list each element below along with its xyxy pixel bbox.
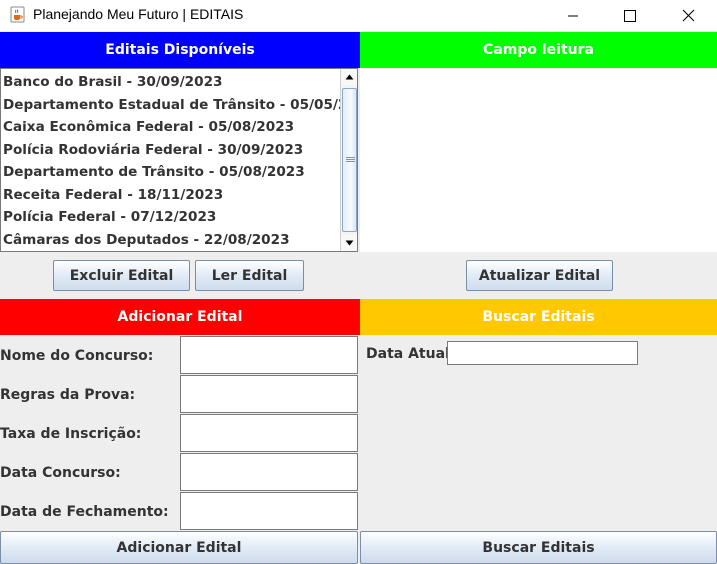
- editais-disponiveis-header: Editais Disponíveis: [0, 32, 360, 68]
- java-coffee-icon: [10, 6, 25, 23]
- close-icon: [682, 9, 694, 22]
- list-item[interactable]: Câmaras dos Deputados - 22/08/2023: [3, 232, 290, 248]
- list-item[interactable]: Polícia Rodoviária Federal - 30/09/2023: [3, 142, 303, 158]
- close-button[interactable]: [665, 0, 711, 31]
- editais-list[interactable]: Banco do Brasil - 30/09/2023 Departament…: [0, 68, 358, 252]
- excluir-edital-button[interactable]: Excluir Edital: [53, 260, 190, 291]
- campo-leitura-header: Campo leitura: [360, 32, 717, 68]
- grip-line: [346, 161, 355, 162]
- editais-disponiveis-title: Editais Disponíveis: [105, 42, 255, 58]
- list-scrollbar[interactable]: [340, 69, 357, 251]
- grip-line: [346, 157, 355, 158]
- list-item[interactable]: Caixa Econômica Federal - 05/08/2023: [3, 119, 294, 135]
- minimize-button[interactable]: [550, 0, 596, 31]
- data-atual-input[interactable]: [447, 341, 638, 365]
- data-concurso-input[interactable]: [180, 453, 358, 491]
- campo-leitura-title: Campo leitura: [483, 42, 594, 58]
- triangle-down-icon: [345, 240, 354, 246]
- list-item[interactable]: Banco do Brasil - 30/09/2023: [3, 74, 223, 90]
- scroll-down-button[interactable]: [341, 235, 357, 251]
- grip-line: [346, 159, 355, 160]
- title-bar: Planejando Meu Futuro | EDITAIS: [0, 0, 717, 31]
- list-item[interactable]: Departamento de Trânsito - 05/08/2023: [3, 164, 305, 180]
- campo-leitura-text-area[interactable]: [360, 68, 717, 252]
- data-fechamento-label: Data de Fechamento:: [0, 504, 169, 520]
- minimize-icon: [568, 15, 578, 16]
- regras-prova-input[interactable]: [180, 375, 358, 413]
- ler-edital-button[interactable]: Ler Edital: [195, 260, 304, 291]
- scroll-thumb[interactable]: [342, 88, 357, 232]
- taxa-inscricao-input[interactable]: [180, 414, 358, 452]
- atualizar-edital-button[interactable]: Atualizar Edital: [466, 260, 613, 291]
- adicionar-edital-button[interactable]: Adicionar Edital: [0, 531, 358, 564]
- regras-prova-label: Regras da Prova:: [0, 387, 136, 403]
- buscar-editais-header: Buscar Editais: [360, 299, 717, 335]
- data-fechamento-input[interactable]: [180, 492, 358, 530]
- list-item[interactable]: Departamento Estadual de Trânsito - 05/0…: [3, 97, 357, 113]
- nome-concurso-input[interactable]: [180, 336, 358, 374]
- triangle-up-icon: [345, 74, 354, 80]
- scroll-up-button[interactable]: [341, 69, 357, 85]
- window-title: Planejando Meu Futuro | EDITAIS: [33, 6, 244, 22]
- maximize-icon: [624, 9, 636, 22]
- adicionar-edital-title: Adicionar Edital: [117, 309, 243, 325]
- list-item[interactable]: Polícia Federal - 07/12/2023: [3, 209, 216, 225]
- nome-concurso-label: Nome do Concurso:: [0, 348, 154, 364]
- maximize-button[interactable]: [607, 0, 653, 31]
- adicionar-edital-header: Adicionar Edital: [0, 299, 360, 335]
- data-concurso-label: Data Concurso:: [0, 465, 121, 481]
- buscar-editais-title: Buscar Editais: [482, 309, 595, 325]
- taxa-inscricao-label: Taxa de Inscrição:: [0, 426, 142, 442]
- list-item[interactable]: Receita Federal - 18/11/2023: [3, 187, 223, 203]
- data-atual-label: Data Atual:: [366, 346, 456, 362]
- buscar-editais-button[interactable]: Buscar Editais: [360, 531, 717, 564]
